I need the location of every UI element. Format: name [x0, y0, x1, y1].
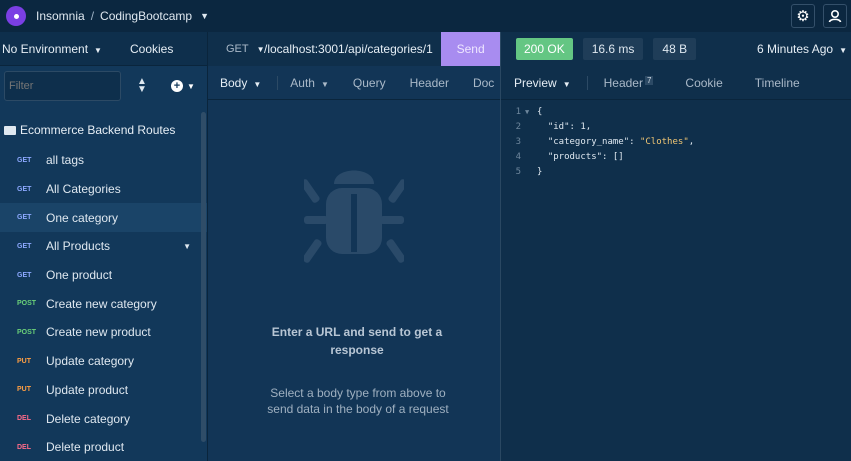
folder-ecommerce-backend-routes[interactable]: Ecommerce Backend Routes — [0, 114, 207, 146]
chevron-down-icon: ▼ — [253, 79, 262, 89]
method-badge: PUT — [17, 357, 31, 365]
gear-icon[interactable]: ⚙ — [791, 4, 815, 28]
folder-icon — [4, 125, 16, 135]
plus-icon: + — [171, 80, 183, 92]
request-item[interactable]: GET all tags — [0, 146, 207, 175]
request-name: Update category — [46, 354, 135, 369]
request-item[interactable]: POST Create new product — [0, 318, 207, 347]
code-line: 3 "category_name": "Clothes", — [501, 134, 851, 149]
request-name: Delete product — [46, 440, 125, 455]
request-list: GET all tags GET All Categories GET One … — [0, 146, 207, 461]
sidebar-scrollbar[interactable] — [201, 112, 206, 442]
chevron-down-icon[interactable]: ▼ — [183, 242, 191, 251]
method-badge: POST — [17, 328, 37, 336]
method-badge: GET — [17, 271, 32, 279]
workspace-name: CodingBootcamp — [100, 9, 193, 23]
tab-header[interactable]: Header — [398, 76, 461, 90]
request-name: One category — [46, 210, 119, 225]
empty-state-title: Enter a URL and send to get a response — [271, 325, 443, 357]
tab-query[interactable]: Query — [341, 76, 398, 90]
app-name: Insomnia — [36, 9, 85, 23]
filter-input[interactable] — [4, 71, 121, 101]
request-name: One product — [46, 268, 113, 283]
code-line: 5} — [501, 164, 851, 179]
top-bar: Insomnia / CodingBootcamp ▼ ⚙ — [0, 0, 851, 32]
request-item-active[interactable]: GET One category — [0, 203, 207, 233]
tab-timeline[interactable]: Timeline — [739, 76, 816, 90]
request-name: all tags — [46, 153, 85, 168]
code-line: 2 "id": 1, — [501, 119, 851, 134]
response-size: 48 B — [653, 38, 697, 60]
breadcrumb-separator: / — [90, 9, 95, 23]
method-badge: DEL — [17, 443, 31, 451]
chevron-down-icon: ▼ — [839, 46, 847, 55]
empty-state-subtitle: Select a body type from above to send da… — [267, 386, 449, 416]
cookies-button[interactable]: Cookies — [130, 42, 173, 56]
request-item[interactable]: GET One product — [0, 261, 207, 290]
line-number: 4 — [515, 151, 521, 162]
request-item[interactable]: DEL Delete category — [0, 404, 207, 433]
sort-icon[interactable]: ▲ ▼ — [135, 77, 149, 95]
environment-label: No Environment — [2, 41, 89, 56]
request-name: Update product — [46, 382, 129, 397]
environment-select[interactable]: No Environment ▼ — [0, 42, 130, 56]
request-item[interactable]: PUT Update category — [0, 347, 207, 376]
header-count-badge: 7 — [644, 75, 654, 85]
url-input[interactable]: /localhost:3001/api/categories/1 — [264, 32, 441, 66]
folder-label: Ecommerce Backend Routes — [20, 123, 176, 137]
chevron-down-icon: ▼ — [200, 11, 210, 21]
response-tabs: Preview ▼ Header 7 Cookie Timeline — [501, 66, 851, 100]
response-pane: 200 OK 16.6 ms 48 B 6 Minutes Ago ▼ Previ… — [500, 32, 851, 461]
send-button[interactable]: Send — [441, 32, 500, 66]
history-dropdown[interactable]: 6 Minutes Ago ▼ — [757, 42, 847, 56]
response-body: 1 ▼{ 2 "id": 1, 3 "category_name": "Cloth… — [501, 100, 851, 179]
method-badge: PUT — [17, 386, 31, 394]
tab-preview[interactable]: Preview ▼ — [501, 75, 588, 90]
add-request-button[interactable]: + ▼ — [171, 80, 195, 92]
tab-cookie[interactable]: Cookie — [669, 76, 738, 90]
request-name: All Products — [46, 239, 111, 254]
request-tabs: Body ▼ Auth ▼ Query Header Doc — [208, 66, 500, 100]
method-badge: GET — [17, 185, 32, 193]
request-item[interactable]: PUT Update product — [0, 376, 207, 405]
chevron-down-icon: ▼ — [562, 79, 571, 89]
line-number: 5 — [515, 166, 521, 177]
request-pane: GET ▼ /localhost:3001/api/categories/1 Se… — [207, 32, 500, 461]
chevron-down-icon: ▼ — [187, 81, 195, 91]
request-item[interactable]: GET All Products ▼ — [0, 232, 207, 261]
line-number: 2 — [515, 121, 521, 132]
request-name: Create new category — [46, 296, 157, 311]
request-item[interactable]: DEL Delete product — [0, 433, 207, 461]
tab-auth[interactable]: Auth ▼ — [278, 76, 341, 90]
bug-icon — [304, 170, 404, 263]
response-time: 16.6 ms — [582, 38, 644, 60]
line-number: 3 — [515, 136, 521, 147]
method-badge: GET — [17, 156, 32, 164]
status-badge: 200 OK — [516, 38, 573, 60]
code-line: 4 "products": [] — [501, 149, 851, 164]
fold-chevron-icon[interactable]: ▼ — [525, 108, 537, 116]
insomnia-logo-icon[interactable] — [6, 6, 26, 26]
method-label: GET — [226, 43, 249, 55]
request-item[interactable]: POST Create new category — [0, 289, 207, 318]
method-badge: GET — [17, 242, 32, 250]
request-name: Create new product — [46, 325, 151, 340]
method-select[interactable]: GET ▼ — [208, 43, 265, 55]
request-name: Delete category — [46, 411, 131, 426]
method-badge: GET — [17, 214, 32, 222]
request-item[interactable]: GET All Categories — [0, 175, 207, 204]
method-badge: DEL — [17, 415, 31, 423]
chevron-down-icon: ▼ — [94, 45, 102, 55]
chevron-down-icon: ▼ — [320, 79, 329, 89]
request-name: All Categories — [46, 182, 121, 197]
line-number: 1 — [515, 106, 521, 117]
tab-response-header[interactable]: Header 7 — [588, 75, 670, 90]
account-icon[interactable] — [823, 4, 847, 28]
code-line: 1 ▼{ — [501, 104, 851, 119]
method-badge: POST — [17, 300, 37, 308]
breadcrumb[interactable]: Insomnia / CodingBootcamp ▼ — [36, 9, 209, 23]
sidebar: No Environment▼ Cookies ▲▼ +▼ Ecommerce … — [0, 32, 207, 461]
tab-body[interactable]: Body ▼ — [208, 75, 279, 90]
